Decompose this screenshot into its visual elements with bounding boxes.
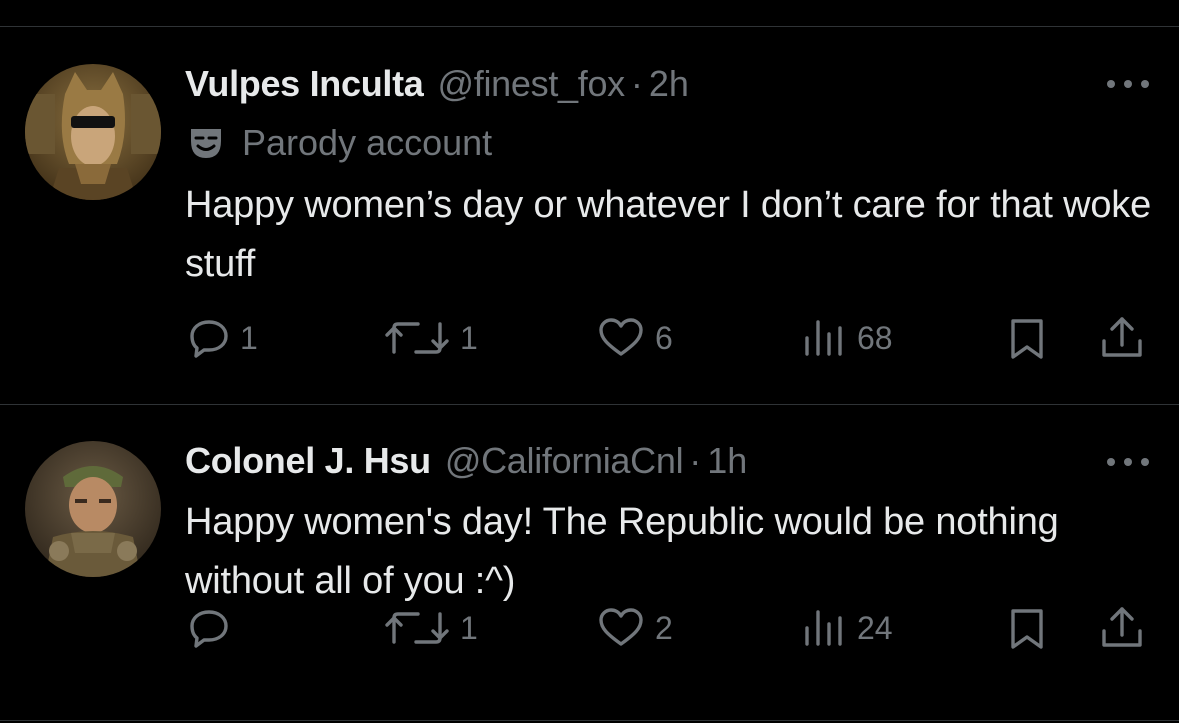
views-count: 24 (857, 609, 893, 646)
views-button[interactable]: 68 (803, 318, 893, 358)
separator-dot: · (630, 63, 643, 104)
reply-count: 1 (240, 319, 258, 356)
user-handle[interactable]: @CaliforniaCnl (445, 439, 684, 483)
bookmark-icon (1011, 319, 1043, 359)
views-count: 68 (857, 319, 893, 356)
like-button[interactable]: 6 (597, 318, 673, 358)
tweet-header: Vulpes Inculta @finest_fox · 2h (185, 62, 689, 106)
user-handle[interactable]: @finest_fox (438, 62, 626, 106)
tweet[interactable]: Colonel J. Hsu @CaliforniaCnl · 1h Happy… (0, 405, 1179, 720)
display-name[interactable]: Colonel J. Hsu (185, 439, 431, 483)
views-button[interactable]: 24 (803, 608, 893, 648)
tweet[interactable]: Vulpes Inculta @finest_fox · 2h Parody a… (0, 27, 1179, 404)
avatar[interactable] (25, 441, 161, 577)
share-icon (1102, 317, 1142, 357)
timestamp[interactable]: 1h (707, 439, 747, 483)
bookmark-button[interactable] (1008, 607, 1046, 651)
share-icon (1102, 607, 1142, 647)
parody-mask-icon (191, 129, 221, 158)
more-icon[interactable] (1107, 447, 1149, 477)
retweet-icon (385, 612, 449, 644)
retweet-icon (385, 322, 449, 354)
separator-dot: · (689, 440, 702, 481)
bookmark-button[interactable] (1008, 317, 1046, 361)
more-icon[interactable] (1107, 69, 1149, 99)
avatar[interactable] (25, 64, 161, 200)
timestamp[interactable]: 2h (649, 62, 689, 106)
action-bar: 1 2 24 (0, 604, 1179, 654)
bookmark-icon (1011, 609, 1043, 649)
parody-label: Parody account (242, 122, 493, 163)
bottom-divider (0, 720, 1179, 721)
retweet-count: 1 (460, 319, 478, 356)
comment-icon (190, 320, 228, 358)
parody-badge: Parody account (188, 121, 492, 165)
retweet-button[interactable]: 1 (384, 608, 478, 648)
retweet-button[interactable]: 1 (384, 318, 478, 358)
tweet-text: Happy women's day! The Republic would be… (185, 501, 1059, 602)
heart-icon (599, 608, 643, 646)
views-icon (805, 610, 842, 646)
like-count: 2 (655, 609, 673, 646)
tweet-header: Colonel J. Hsu @CaliforniaCnl · 1h (185, 439, 747, 483)
tweet-text: Happy women’s day or whatever I don’t ca… (185, 184, 1152, 285)
share-button[interactable] (1100, 605, 1144, 651)
comment-icon (190, 610, 228, 648)
like-button[interactable]: 2 (597, 608, 673, 648)
reply-button[interactable]: 1 (188, 318, 258, 358)
reply-button[interactable] (188, 608, 240, 648)
retweet-count: 1 (460, 609, 478, 646)
heart-icon (599, 318, 643, 356)
like-count: 6 (655, 319, 673, 356)
display-name[interactable]: Vulpes Inculta (185, 62, 424, 106)
views-icon (805, 320, 842, 356)
share-button[interactable] (1100, 315, 1144, 361)
action-bar: 1 1 6 68 (0, 314, 1179, 364)
